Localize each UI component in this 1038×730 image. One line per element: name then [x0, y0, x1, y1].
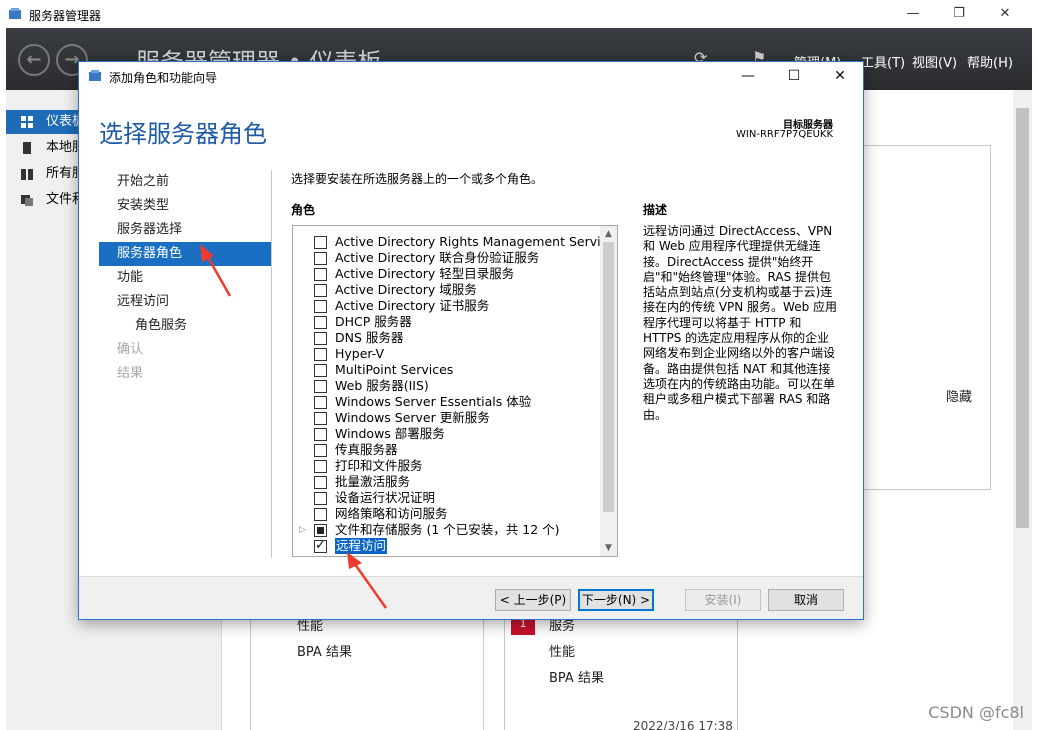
annotation-arrow-remote-access: [347, 552, 388, 609]
annotation-arrows: [200, 244, 388, 609]
annotation-arrow-server-roles: [200, 244, 232, 297]
watermark: CSDN @fc8l: [928, 703, 1024, 722]
